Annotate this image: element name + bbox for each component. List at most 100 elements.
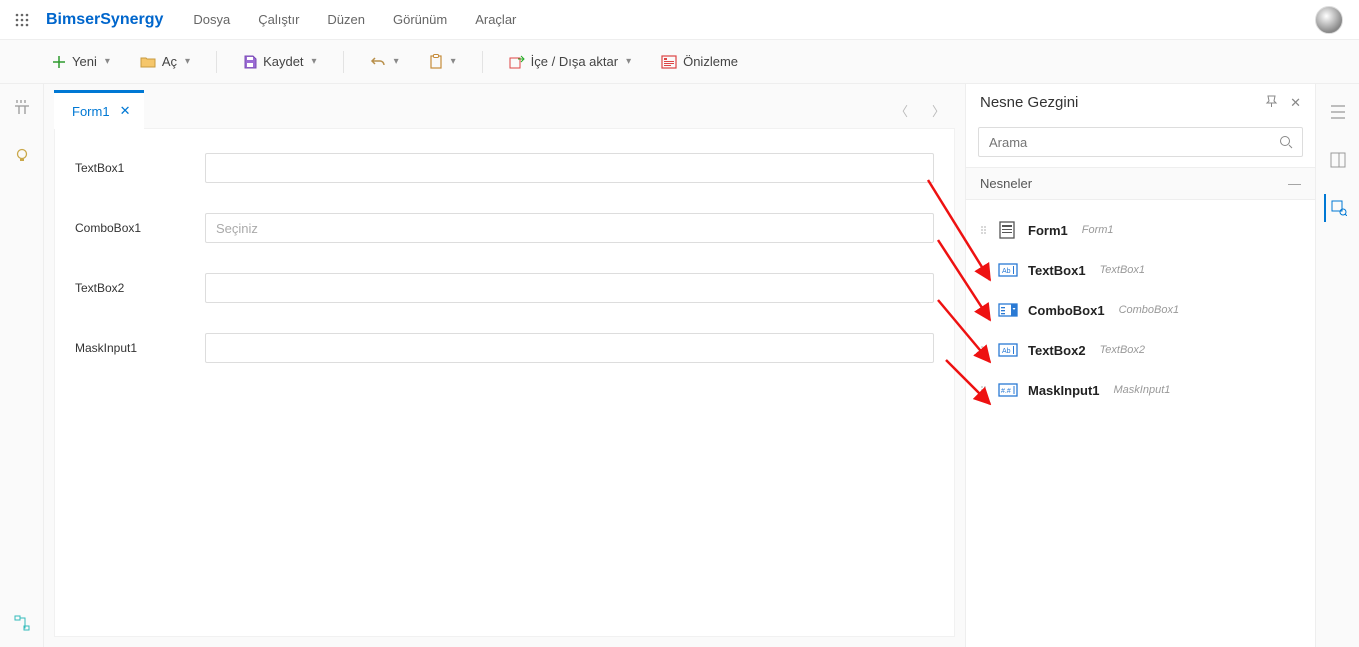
toolbar: Yeni ▾ Aç ▾ Kaydet ▾ ▾ ▾ İçe / Dışa akta… <box>0 40 1359 84</box>
panel-title: Nesne Gezgini <box>980 94 1078 111</box>
search-input[interactable] <box>978 127 1303 157</box>
app-launcher-icon[interactable] <box>8 6 36 34</box>
tree-item-type: TextBox1 <box>1100 264 1145 276</box>
preview-button[interactable]: Önizleme <box>653 50 746 73</box>
input-textbox1[interactable] <box>205 153 934 183</box>
object-explorer-icon[interactable] <box>1324 194 1352 222</box>
label-maskinput1: MaskInput1 <box>75 341 205 355</box>
close-panel-icon[interactable]: ✕ <box>1290 95 1301 111</box>
menu-tools[interactable]: Araçlar <box>475 12 516 27</box>
tree-item-name: MaskInput1 <box>1028 383 1100 398</box>
toolbox-icon[interactable] <box>13 98 31 119</box>
drag-handle-icon[interactable] <box>978 226 988 234</box>
tab-label: Form1 <box>72 104 110 119</box>
input-maskinput1[interactable] <box>205 333 934 363</box>
mask-icon: #.# <box>998 380 1018 400</box>
new-label: Yeni <box>72 54 97 69</box>
tree-item-type: Form1 <box>1082 224 1114 236</box>
panel-search <box>966 121 1315 167</box>
svg-text:Ab: Ab <box>1002 268 1011 275</box>
form-row-combobox1: ComboBox1 <box>75 213 934 243</box>
form-row-maskinput1: MaskInput1 <box>75 333 934 363</box>
clipboard-button[interactable]: ▾ <box>421 50 464 74</box>
search-icon[interactable] <box>1279 135 1293 152</box>
tree-item-name: TextBox1 <box>1028 263 1086 278</box>
lightbulb-icon[interactable] <box>13 147 31 168</box>
chevron-down-icon: ▾ <box>185 56 190 67</box>
drag-handle-icon[interactable] <box>978 306 988 314</box>
textbox-icon: Ab <box>998 260 1018 280</box>
menu-bar: BimserSynergy Dosya Çalıştır Düzen Görün… <box>0 0 1359 40</box>
separator <box>482 51 483 73</box>
right-rail <box>1315 84 1359 647</box>
tree-item-type: TextBox2 <box>1100 344 1145 356</box>
collapse-icon[interactable]: — <box>1288 176 1301 191</box>
label-combobox1: ComboBox1 <box>75 221 205 235</box>
tree-item-name: TextBox2 <box>1028 343 1086 358</box>
tree-item-type: MaskInput1 <box>1114 384 1171 396</box>
pin-icon[interactable] <box>1265 95 1278 111</box>
drag-handle-icon[interactable] <box>978 346 988 354</box>
separator <box>216 51 217 73</box>
open-button[interactable]: Aç ▾ <box>132 50 198 73</box>
nav-prev-icon[interactable]: 〈 <box>895 101 908 120</box>
nav-next-icon[interactable]: 〉 <box>932 101 945 120</box>
menu-edit[interactable]: Düzen <box>327 12 365 27</box>
chevron-down-icon: ▾ <box>626 56 631 67</box>
object-tree: Form1Form1AbTextBox1TextBox1ComboBox1Com… <box>966 200 1315 647</box>
panels-icon[interactable] <box>1324 98 1352 126</box>
tree-item-name: Form1 <box>1028 223 1068 238</box>
layout-icon[interactable] <box>1324 146 1352 174</box>
tab-bar: Form1 ✕ 〈 〉 <box>44 84 965 128</box>
drag-handle-icon[interactable] <box>978 266 988 274</box>
svg-text:#.#: #.# <box>1001 388 1011 395</box>
separator <box>343 51 344 73</box>
tree-item-form1[interactable]: Form1 Form1 <box>970 210 1311 250</box>
save-button[interactable]: Kaydet ▾ <box>235 50 325 73</box>
label-textbox1: TextBox1 <box>75 161 205 175</box>
left-rail <box>0 84 44 647</box>
panel-header: Nesne Gezgini ✕ <box>966 84 1315 121</box>
menu-file[interactable]: Dosya <box>193 12 230 27</box>
editor-area: Form1 ✕ 〈 〉 TextBox1 ComboBox1 TextBox2 <box>44 84 965 647</box>
panel-section-header[interactable]: Nesneler — <box>966 167 1315 200</box>
tree-item-maskinput1[interactable]: #.# MaskInput1 MaskInput1 <box>970 370 1311 410</box>
input-textbox2[interactable] <box>205 273 934 303</box>
close-icon[interactable]: ✕ <box>120 103 131 119</box>
brand-title: BimserSynergy <box>46 11 163 29</box>
import-export-label: İçe / Dışa aktar <box>531 54 618 69</box>
menu-view[interactable]: Görünüm <box>393 12 447 27</box>
main-area: Form1 ✕ 〈 〉 TextBox1 ComboBox1 TextBox2 <box>0 84 1359 647</box>
workflow-icon[interactable] <box>13 614 31 635</box>
input-combobox1[interactable] <box>205 213 934 243</box>
save-label: Kaydet <box>263 54 303 69</box>
menu-run[interactable]: Çalıştır <box>258 12 299 27</box>
import-export-button[interactable]: İçe / Dışa aktar ▾ <box>501 50 639 73</box>
form-canvas: TextBox1 ComboBox1 TextBox2 MaskInput1 <box>54 128 955 637</box>
tree-item-type: ComboBox1 <box>1119 304 1180 316</box>
tree-item-textbox1[interactable]: Ab TextBox1 TextBox1 <box>970 250 1311 290</box>
open-label: Aç <box>162 54 177 69</box>
panel-section-label: Nesneler <box>980 176 1032 191</box>
form-icon <box>998 220 1018 240</box>
chevron-down-icon: ▾ <box>105 56 110 67</box>
svg-text:Ab: Ab <box>1002 348 1011 355</box>
tree-item-textbox2[interactable]: Ab TextBox2 TextBox2 <box>970 330 1311 370</box>
tree-item-combobox1[interactable]: ComboBox1 ComboBox1 <box>970 290 1311 330</box>
undo-button[interactable]: ▾ <box>362 51 407 73</box>
combobox-icon <box>998 300 1018 320</box>
chevron-down-icon: ▾ <box>394 56 399 67</box>
label-textbox2: TextBox2 <box>75 281 205 295</box>
tree-item-name: ComboBox1 <box>1028 303 1105 318</box>
form-row-textbox1: TextBox1 <box>75 153 934 183</box>
textbox-icon: Ab <box>998 340 1018 360</box>
chevron-down-icon: ▾ <box>312 56 317 67</box>
chevron-down-icon: ▾ <box>451 56 456 67</box>
form-row-textbox2: TextBox2 <box>75 273 934 303</box>
user-avatar[interactable] <box>1315 6 1343 34</box>
drag-handle-icon[interactable] <box>978 386 988 394</box>
preview-label: Önizleme <box>683 54 738 69</box>
tab-form1[interactable]: Form1 ✕ <box>54 90 144 129</box>
new-button[interactable]: Yeni ▾ <box>44 50 118 73</box>
object-explorer-panel: Nesne Gezgini ✕ Nesneler — Form1 Form1 Ab T… <box>965 84 1315 647</box>
